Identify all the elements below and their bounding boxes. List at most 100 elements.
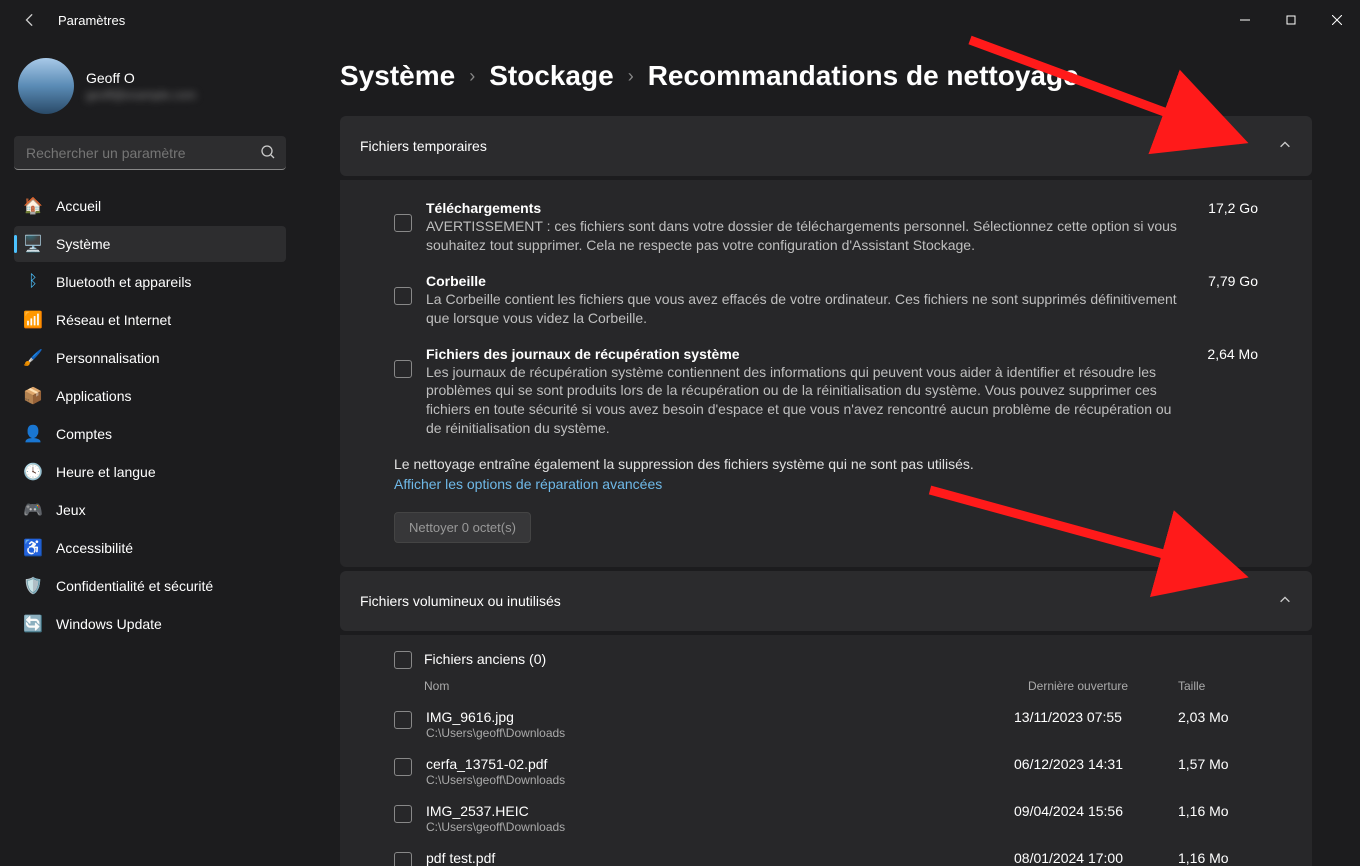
file-size: 1,57 Mo bbox=[1178, 756, 1258, 772]
temp-item-title: Corbeille bbox=[426, 273, 1178, 289]
panel-large-body: Fichiers anciens (0) Nom Dernière ouvert… bbox=[340, 635, 1312, 866]
file-name: IMG_2537.HEIC bbox=[426, 803, 1000, 819]
nav-item-bluetooth[interactable]: ᛒBluetooth et appareils bbox=[14, 264, 286, 300]
sidebar: Geoff O geoff@example.com 🏠 Accueil 🖥️ Syst… bbox=[0, 40, 300, 866]
nav-item-personalize[interactable]: 🖌️Personnalisation bbox=[14, 340, 286, 376]
nav-item-privacy[interactable]: 🛡️ Confidentialité et sécurité bbox=[14, 568, 286, 604]
panel-temp-header[interactable]: Fichiers temporaires bbox=[340, 116, 1312, 176]
chevron-up-icon bbox=[1278, 593, 1292, 610]
nav-label: Applications bbox=[56, 388, 132, 404]
maximize-button[interactable] bbox=[1268, 0, 1314, 40]
temp-item: CorbeilleLa Corbeille contient les fichi… bbox=[394, 273, 1258, 328]
file-path: C:\Users\geoff\Downloads bbox=[426, 820, 1000, 834]
file-date: 09/04/2024 15:56 bbox=[1014, 803, 1164, 819]
col-date: Dernière ouverture bbox=[1028, 679, 1178, 693]
temp-item-desc: Les journaux de récupération système con… bbox=[426, 363, 1177, 439]
col-name: Nom bbox=[424, 679, 1028, 693]
nav-item-accounts[interactable]: 👤 Comptes bbox=[14, 416, 286, 452]
update-icon: 🔄 bbox=[24, 615, 42, 633]
panel-temp-title: Fichiers temporaires bbox=[360, 138, 487, 154]
search-input[interactable] bbox=[14, 136, 286, 170]
temp-item-size: 7,79 Go bbox=[1208, 273, 1258, 328]
nav-label: Réseau et Internet bbox=[56, 312, 171, 328]
nav-label: Accueil bbox=[56, 198, 101, 214]
panel-large-header[interactable]: Fichiers volumineux ou inutilisés bbox=[340, 571, 1312, 631]
file-size: 2,03 Mo bbox=[1178, 709, 1258, 725]
breadcrumb-system[interactable]: Système bbox=[340, 60, 455, 92]
nav-item-time[interactable]: 🕓Heure et langue bbox=[14, 454, 286, 490]
file-row: pdf test.pdfC:\Users\geoff\Downloads08/0… bbox=[394, 842, 1258, 866]
file-checkbox[interactable] bbox=[394, 711, 412, 729]
nav-item-network[interactable]: 📶 Réseau et Internet bbox=[14, 302, 286, 338]
accounts-icon: 👤 bbox=[24, 425, 42, 443]
file-path: C:\Users\geoff\Downloads bbox=[426, 726, 1000, 740]
file-checkbox[interactable] bbox=[394, 805, 412, 823]
panel-temp-files: Fichiers temporaires bbox=[340, 116, 1312, 176]
nav-label: Comptes bbox=[56, 426, 112, 442]
file-size: 1,16 Mo bbox=[1178, 803, 1258, 819]
file-checkbox[interactable] bbox=[394, 758, 412, 776]
user-block[interactable]: Geoff O geoff@example.com bbox=[14, 50, 286, 130]
nav-item-update[interactable]: 🔄 Windows Update bbox=[14, 606, 286, 642]
chevron-right-icon: › bbox=[628, 66, 634, 87]
temp-item-desc: AVERTISSEMENT : ces fichiers sont dans v… bbox=[426, 217, 1178, 255]
breadcrumb-storage[interactable]: Stockage bbox=[489, 60, 614, 92]
file-name: cerfa_13751-02.pdf bbox=[426, 756, 1000, 772]
privacy-icon: 🛡️ bbox=[24, 577, 42, 595]
advanced-repair-link[interactable]: Afficher les options de réparation avanc… bbox=[394, 476, 662, 492]
file-checkbox[interactable] bbox=[394, 852, 412, 866]
temp-item-size: 17,2 Go bbox=[1208, 200, 1258, 255]
file-name: IMG_9616.jpg bbox=[426, 709, 1000, 725]
breadcrumb: Système › Stockage › Recommandations de … bbox=[340, 60, 1312, 92]
nav-item-games[interactable]: 🎮Jeux bbox=[14, 492, 286, 528]
apps-icon: 📦 bbox=[24, 387, 42, 405]
user-email: geoff@example.com bbox=[86, 88, 196, 102]
file-size: 1,16 Mo bbox=[1178, 850, 1258, 866]
nav-item-home[interactable]: 🏠 Accueil bbox=[14, 188, 286, 224]
cleanup-button[interactable]: Nettoyer 0 octet(s) bbox=[394, 512, 531, 543]
temp-item: Fichiers des journaux de récupération sy… bbox=[394, 346, 1258, 439]
col-size: Taille bbox=[1178, 679, 1258, 693]
old-files-label: Fichiers anciens (0) bbox=[424, 651, 546, 667]
temp-item: TéléchargementsAVERTISSEMENT : ces fichi… bbox=[394, 200, 1258, 255]
accessibility-icon: ♿ bbox=[24, 539, 42, 557]
nav-label: Système bbox=[56, 236, 110, 252]
nav-item-apps[interactable]: 📦 Applications bbox=[14, 378, 286, 414]
nav-label: Windows Update bbox=[56, 616, 162, 632]
old-files-checkbox[interactable] bbox=[394, 651, 412, 669]
close-button[interactable] bbox=[1314, 0, 1360, 40]
chevron-up-icon bbox=[1278, 138, 1292, 155]
search-icon[interactable] bbox=[260, 144, 276, 163]
file-path: C:\Users\geoff\Downloads bbox=[426, 773, 1000, 787]
window-title: Paramètres bbox=[58, 13, 125, 28]
temp-item-title: Fichiers des journaux de récupération sy… bbox=[426, 346, 1177, 362]
panel-large-files: Fichiers volumineux ou inutilisés bbox=[340, 571, 1312, 631]
nav-item-accessibility[interactable]: ♿Accessibilité bbox=[14, 530, 286, 566]
bluetooth-icon: ᛒ bbox=[24, 273, 42, 291]
file-row: IMG_2537.HEICC:\Users\geoff\Downloads 09/… bbox=[394, 795, 1258, 842]
chevron-right-icon: › bbox=[469, 66, 475, 87]
system-icon: 🖥️ bbox=[24, 235, 42, 253]
file-name: pdf test.pdf bbox=[426, 850, 1000, 866]
panel-temp-body: TéléchargementsAVERTISSEMENT : ces fichi… bbox=[340, 180, 1312, 567]
temp-item-checkbox[interactable] bbox=[394, 360, 412, 378]
back-button[interactable] bbox=[20, 10, 40, 30]
temp-item-size: 2,64 Mo bbox=[1207, 346, 1258, 439]
minimize-button[interactable] bbox=[1222, 0, 1268, 40]
personalize-icon: 🖌️ bbox=[24, 349, 42, 367]
temp-item-desc: La Corbeille contient les fichiers que v… bbox=[426, 290, 1178, 328]
home-icon: 🏠 bbox=[24, 197, 42, 215]
nav-label: Confidentialité et sécurité bbox=[56, 578, 213, 594]
file-date: 08/01/2024 17:00 bbox=[1014, 850, 1164, 866]
temp-item-checkbox[interactable] bbox=[394, 287, 412, 305]
temp-item-checkbox[interactable] bbox=[394, 214, 412, 232]
cleanup-note: Le nettoyage entraîne également la suppr… bbox=[394, 456, 1258, 472]
file-row: cerfa_13751-02.pdfC:\Users\geoff\Downloa… bbox=[394, 748, 1258, 795]
panel-large-title: Fichiers volumineux ou inutilisés bbox=[360, 593, 561, 609]
nav-item-system[interactable]: 🖥️ Système bbox=[14, 226, 286, 262]
titlebar: Paramètres bbox=[0, 0, 1360, 40]
user-name: Geoff O bbox=[86, 70, 196, 86]
file-row: IMG_9616.jpgC:\Users\geoff\Downloads13/1… bbox=[394, 701, 1258, 748]
network-icon: 📶 bbox=[24, 311, 42, 329]
time-icon: 🕓 bbox=[24, 463, 42, 481]
